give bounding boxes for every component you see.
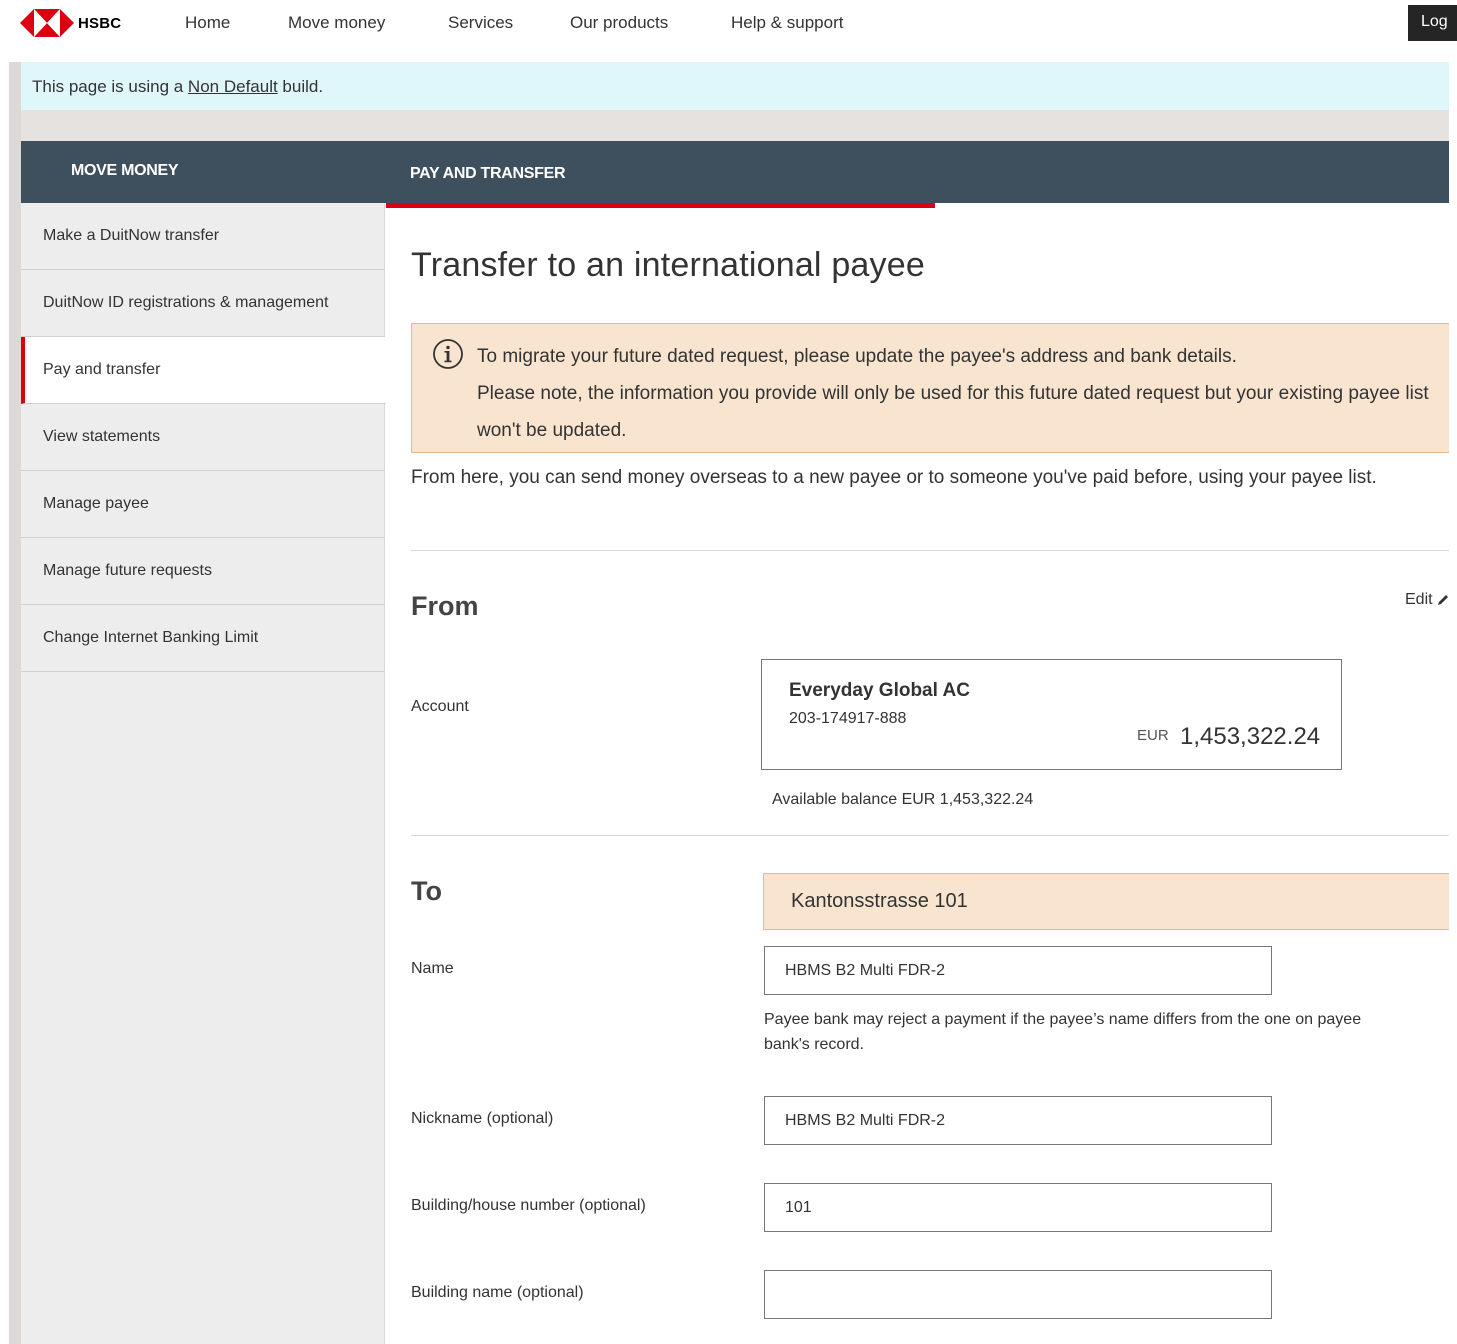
nav-move-money[interactable]: Move money: [288, 13, 385, 33]
section-divider: [411, 550, 1449, 551]
build-banner-prefix: This page is using a: [32, 77, 188, 96]
account-currency: EUR: [1137, 727, 1169, 744]
section-header-bar: MOVE MONEY PAY AND TRANSFER: [21, 141, 1449, 203]
non-default-link[interactable]: Non Default: [188, 77, 278, 96]
account-number: 203-174917-888: [789, 710, 907, 727]
building-number-input[interactable]: 101: [764, 1183, 1272, 1232]
edit-from-link[interactable]: Edit: [1405, 591, 1450, 609]
sidebar: Make a DuitNow transfer DuitNow ID regis…: [21, 203, 386, 1344]
pencil-icon: [1437, 595, 1448, 605]
sidebar-item-duitnow-id[interactable]: DuitNow ID registrations & management: [21, 270, 385, 337]
gray-spacer: [21, 110, 1449, 141]
building-name-input[interactable]: [764, 1270, 1272, 1319]
building-name-label: Building name (optional): [411, 1284, 584, 1301]
section-divider: [411, 835, 1449, 836]
page-left-border: [9, 62, 21, 1344]
nav-services[interactable]: Services: [448, 13, 513, 33]
migration-notice: To migrate your future dated request, pl…: [411, 323, 1449, 453]
sidebar-item-change-limit[interactable]: Change Internet Banking Limit: [21, 605, 385, 672]
sidebar-item-manage-payee[interactable]: Manage payee: [21, 471, 385, 538]
brand-name: HSBC: [78, 14, 122, 32]
intro-text: From here, you can send money overseas t…: [411, 467, 1377, 488]
notice-line-2: Please note, the information you provide…: [477, 383, 1429, 441]
sidebar-heading: MOVE MONEY: [71, 162, 179, 179]
nickname-input[interactable]: HBMS B2 Multi FDR-2: [764, 1096, 1272, 1145]
main-content: Transfer to an international payee To mi…: [386, 208, 1449, 1344]
account-label: Account: [411, 698, 469, 715]
hexagon-logo-icon: [20, 9, 74, 37]
edit-label: Edit: [1405, 591, 1433, 608]
main-heading: PAY AND TRANSFER: [410, 165, 566, 182]
build-banner-suffix: build.: [277, 77, 324, 96]
login-button[interactable]: Log: [1408, 5, 1457, 41]
top-navigation: HSBC Home Move money Services Our produc…: [0, 0, 1457, 62]
from-heading: From: [411, 591, 479, 621]
sidebar-item-duitnow-transfer[interactable]: Make a DuitNow transfer: [21, 203, 385, 270]
page-title: Transfer to an international payee: [411, 246, 925, 284]
notice-line-1: To migrate your future dated request, pl…: [477, 346, 1237, 367]
nav-our-products[interactable]: Our products: [570, 13, 668, 33]
payee-name-hint: Payee bank may reject a payment if the p…: [764, 1011, 1362, 1053]
payee-address-banner: Kantonsstrasse 101: [763, 873, 1449, 930]
hsbc-logo[interactable]: HSBC: [20, 9, 121, 37]
sidebar-item-pay-and-transfer[interactable]: Pay and transfer: [21, 337, 386, 404]
name-label: Name: [411, 960, 454, 977]
nickname-label: Nickname (optional): [411, 1110, 554, 1127]
available-balance: Available balance EUR 1,453,322.24: [772, 791, 1034, 808]
building-number-label: Building/house number (optional): [411, 1197, 646, 1214]
sidebar-item-view-statements[interactable]: View statements: [21, 404, 385, 471]
account-balance: 1,453,322.24: [1180, 723, 1321, 750]
build-banner: This page is using a Non Default build.: [21, 62, 1449, 110]
info-icon: [433, 339, 463, 369]
to-heading: To: [411, 876, 442, 906]
account-name: Everyday Global AC: [789, 680, 970, 701]
payee-name-input[interactable]: HBMS B2 Multi FDR-2: [764, 946, 1272, 995]
nav-help-support[interactable]: Help & support: [731, 13, 843, 33]
nav-home[interactable]: Home: [185, 13, 230, 33]
sidebar-item-manage-future-requests[interactable]: Manage future requests: [21, 538, 385, 605]
account-selector[interactable]: Everyday Global AC 203-174917-888 EUR 1,…: [761, 659, 1342, 770]
